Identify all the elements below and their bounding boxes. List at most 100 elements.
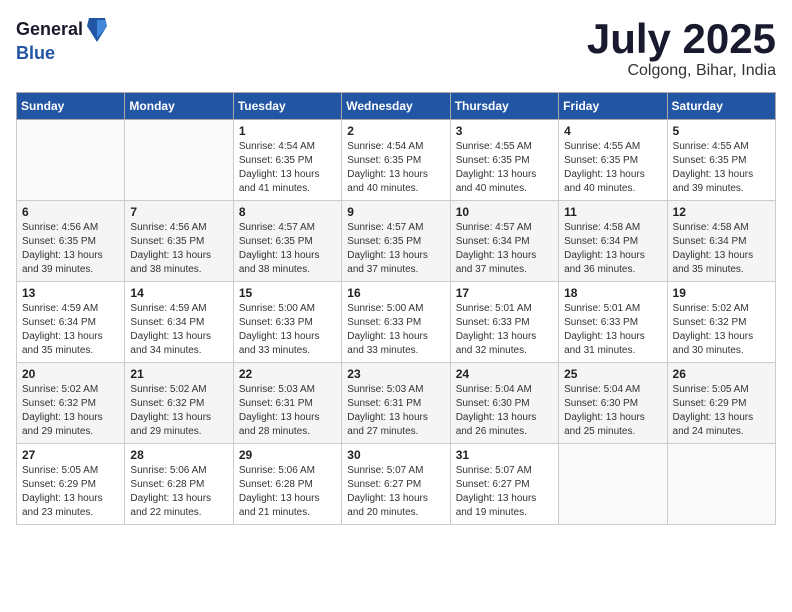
calendar-cell: 30Sunrise: 5:07 AM Sunset: 6:27 PM Dayli…	[342, 444, 450, 525]
day-info: Sunrise: 4:58 AM Sunset: 6:34 PM Dayligh…	[564, 221, 661, 277]
calendar-cell: 26 Sunrise: 5:05 AM Sunset: 6:29 PM Dayli…	[667, 363, 775, 444]
calendar-cell: 29 Sunrise: 5:06 AM Sunset: 6:28 PM Dayli…	[233, 444, 341, 525]
calendar-cell	[125, 120, 233, 201]
calendar-cell: 19Sunrise: 5:02 AM Sunset: 6:32 PM Dayli…	[667, 282, 775, 363]
day-info: Sunrise: 4:58 AM Sunset: 6:34 PM Dayligh…	[673, 221, 770, 277]
day-number: 14	[130, 286, 227, 300]
day-info: Sunrise: 4:54 AM Sunset: 6:35 PM Dayligh…	[347, 140, 444, 196]
day-number: 23	[347, 367, 444, 381]
calendar-cell: 6Sunrise: 4:56 AM Sunset: 6:35 PM Daylig…	[17, 201, 125, 282]
day-info: Sunrise: 5:00 AM Sunset: 6:33 PM Dayligh…	[239, 302, 336, 358]
calendar-cell: 5Sunrise: 4:55 AM Sunset: 6:35 PM Daylig…	[667, 120, 775, 201]
logo-icon	[85, 16, 109, 44]
calendar-body: 1 Sunrise: 4:54 AM Sunset: 6:35 PM Daylig…	[17, 120, 776, 525]
calendar-cell: 23 Sunrise: 5:03 AM Sunset: 6:31 PM Dayli…	[342, 363, 450, 444]
day-number: 21	[130, 367, 227, 381]
calendar-week-3: 13 Sunrise: 4:59 AM Sunset: 6:34 PM Dayli…	[17, 282, 776, 363]
day-number: 15	[239, 286, 336, 300]
location-subtitle: Colgong, Bihar, India	[587, 62, 776, 80]
day-info: Sunrise: 5:05 AM Sunset: 6:29 PM Dayligh…	[673, 383, 770, 439]
day-info: Sunrise: 5:07 AM Sunset: 6:27 PM Dayligh…	[456, 464, 553, 520]
calendar-cell	[17, 120, 125, 201]
calendar-header-row: SundayMondayTuesdayWednesdayThursdayFrid…	[17, 93, 776, 120]
calendar-cell: 14 Sunrise: 4:59 AM Sunset: 6:34 PM Dayli…	[125, 282, 233, 363]
day-number: 26	[673, 367, 770, 381]
day-number: 19	[673, 286, 770, 300]
calendar-cell: 18 Sunrise: 5:01 AM Sunset: 6:33 PM Dayli…	[559, 282, 667, 363]
day-info: Sunrise: 5:00 AM Sunset: 6:33 PM Dayligh…	[347, 302, 444, 358]
day-info: Sunrise: 4:55 AM Sunset: 6:35 PM Dayligh…	[564, 140, 661, 196]
day-info: Sunrise: 4:56 AM Sunset: 6:35 PM Dayligh…	[22, 221, 119, 277]
calendar-cell: 1Sunrise: 4:54 AM Sunset: 6:35 PM Daylig…	[233, 120, 341, 201]
calendar-cell: 16 Sunrise: 5:00 AM Sunset: 6:33 PM Dayli…	[342, 282, 450, 363]
day-header-monday: Monday	[125, 93, 233, 120]
calendar-cell: 28 Sunrise: 5:06 AM Sunset: 6:28 PM Dayli…	[125, 444, 233, 525]
day-number: 31	[456, 448, 553, 462]
day-info: Sunrise: 4:57 AM Sunset: 6:35 PM Dayligh…	[347, 221, 444, 277]
day-info: Sunrise: 5:04 AM Sunset: 6:30 PM Dayligh…	[564, 383, 661, 439]
day-info: Sunrise: 5:05 AM Sunset: 6:29 PM Dayligh…	[22, 464, 119, 520]
day-number: 29	[239, 448, 336, 462]
day-number: 7	[130, 205, 227, 219]
day-number: 2	[347, 124, 444, 138]
calendar-cell: 13 Sunrise: 4:59 AM Sunset: 6:34 PM Dayli…	[17, 282, 125, 363]
day-info: Sunrise: 4:56 AM Sunset: 6:35 PM Dayligh…	[130, 221, 227, 277]
day-number: 10	[456, 205, 553, 219]
calendar-cell	[559, 444, 667, 525]
calendar-cell: 27 Sunrise: 5:05 AM Sunset: 6:29 PM Dayli…	[17, 444, 125, 525]
calendar-cell: 8Sunrise: 4:57 AM Sunset: 6:35 PM Daylig…	[233, 201, 341, 282]
day-info: Sunrise: 5:03 AM Sunset: 6:31 PM Dayligh…	[239, 383, 336, 439]
day-number: 20	[22, 367, 119, 381]
day-number: 22	[239, 367, 336, 381]
day-number: 1	[239, 124, 336, 138]
day-number: 24	[456, 367, 553, 381]
day-number: 27	[22, 448, 119, 462]
day-number: 11	[564, 205, 661, 219]
day-info: Sunrise: 4:59 AM Sunset: 6:34 PM Dayligh…	[22, 302, 119, 358]
calendar-cell: 4 Sunrise: 4:55 AM Sunset: 6:35 PM Daylig…	[559, 120, 667, 201]
day-info: Sunrise: 5:01 AM Sunset: 6:33 PM Dayligh…	[456, 302, 553, 358]
calendar-cell: 20 Sunrise: 5:02 AM Sunset: 6:32 PM Dayli…	[17, 363, 125, 444]
day-number: 4	[564, 124, 661, 138]
calendar-cell: 21Sunrise: 5:02 AM Sunset: 6:32 PM Dayli…	[125, 363, 233, 444]
day-info: Sunrise: 4:59 AM Sunset: 6:34 PM Dayligh…	[130, 302, 227, 358]
day-number: 28	[130, 448, 227, 462]
logo-blue-text: Blue	[16, 44, 109, 64]
calendar-week-5: 27 Sunrise: 5:05 AM Sunset: 6:29 PM Dayli…	[17, 444, 776, 525]
day-number: 13	[22, 286, 119, 300]
calendar-week-2: 6Sunrise: 4:56 AM Sunset: 6:35 PM Daylig…	[17, 201, 776, 282]
day-number: 8	[239, 205, 336, 219]
day-header-friday: Friday	[559, 93, 667, 120]
calendar-table: SundayMondayTuesdayWednesdayThursdayFrid…	[16, 92, 776, 525]
calendar-week-4: 20 Sunrise: 5:02 AM Sunset: 6:32 PM Dayli…	[17, 363, 776, 444]
day-header-thursday: Thursday	[450, 93, 558, 120]
calendar-cell: 22 Sunrise: 5:03 AM Sunset: 6:31 PM Dayli…	[233, 363, 341, 444]
day-info: Sunrise: 5:01 AM Sunset: 6:33 PM Dayligh…	[564, 302, 661, 358]
day-info: Sunrise: 4:55 AM Sunset: 6:35 PM Dayligh…	[456, 140, 553, 196]
calendar-cell: 25 Sunrise: 5:04 AM Sunset: 6:30 PM Dayli…	[559, 363, 667, 444]
calendar-week-1: 1 Sunrise: 4:54 AM Sunset: 6:35 PM Daylig…	[17, 120, 776, 201]
title-block: July 2025 Colgong, Bihar, India	[587, 16, 776, 80]
day-info: Sunrise: 5:06 AM Sunset: 6:28 PM Dayligh…	[239, 464, 336, 520]
logo-general-text: General	[16, 20, 83, 40]
day-header-tuesday: Tuesday	[233, 93, 341, 120]
day-header-sunday: Sunday	[17, 93, 125, 120]
page-header: General Blue July 2025 Colgong, Bihar, I…	[16, 16, 776, 80]
calendar-cell: 15 Sunrise: 5:00 AM Sunset: 6:33 PM Dayli…	[233, 282, 341, 363]
day-info: Sunrise: 4:57 AM Sunset: 6:34 PM Dayligh…	[456, 221, 553, 277]
day-number: 18	[564, 286, 661, 300]
day-info: Sunrise: 5:03 AM Sunset: 6:31 PM Dayligh…	[347, 383, 444, 439]
calendar-cell: 11 Sunrise: 4:58 AM Sunset: 6:34 PM Dayli…	[559, 201, 667, 282]
day-number: 16	[347, 286, 444, 300]
calendar-cell: 24Sunrise: 5:04 AM Sunset: 6:30 PM Dayli…	[450, 363, 558, 444]
day-info: Sunrise: 5:02 AM Sunset: 6:32 PM Dayligh…	[22, 383, 119, 439]
day-number: 25	[564, 367, 661, 381]
day-info: Sunrise: 5:06 AM Sunset: 6:28 PM Dayligh…	[130, 464, 227, 520]
calendar-cell: 31 Sunrise: 5:07 AM Sunset: 6:27 PM Dayli…	[450, 444, 558, 525]
day-number: 17	[456, 286, 553, 300]
day-header-saturday: Saturday	[667, 93, 775, 120]
calendar-cell	[667, 444, 775, 525]
calendar-cell: 7 Sunrise: 4:56 AM Sunset: 6:35 PM Daylig…	[125, 201, 233, 282]
day-header-wednesday: Wednesday	[342, 93, 450, 120]
day-info: Sunrise: 5:07 AM Sunset: 6:27 PM Dayligh…	[347, 464, 444, 520]
